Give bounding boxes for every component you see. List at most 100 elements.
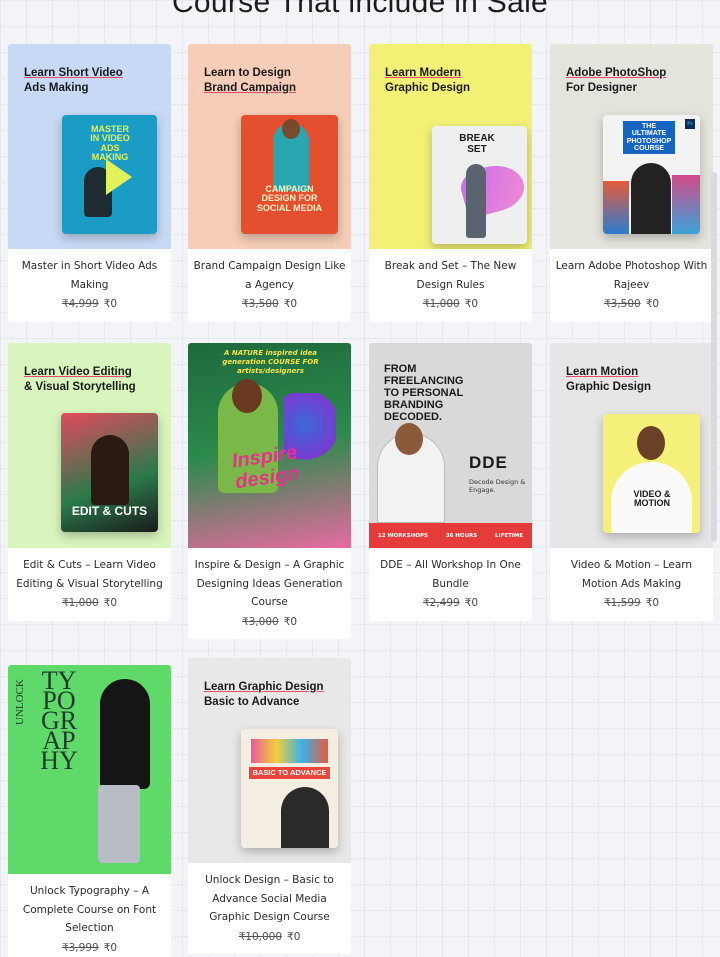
course-card-typography[interactable]: TYPOGRAPHY UNLOCK Unlock Typography – A …: [8, 665, 171, 957]
course-thumbnail[interactable]: FROM FREELANCING TO PERSONAL BRANDING DE…: [369, 343, 532, 548]
person-silhouette: [91, 435, 129, 505]
course-price: ₹1,599 ₹0: [554, 594, 709, 613]
thumb-top-text: A NATURE inspired idea generation COURSE…: [222, 349, 319, 375]
new-price: ₹0: [283, 615, 298, 628]
poster-title: VIDEO & MOTION: [633, 489, 671, 509]
course-card-unlock-design[interactable]: Learn Graphic Design Basic to Advance BAS…: [188, 658, 351, 954]
old-price: ₹1,599: [603, 597, 641, 609]
course-title[interactable]: DDE – All Workshop In One Bundle: [373, 556, 528, 593]
course-card-inspire-design[interactable]: A NATURE inspired idea generation COURSE…: [188, 343, 351, 639]
course-poster: THE ULTIMATE PHOTOSHOP COURSE Ps: [603, 115, 700, 234]
course-price: ₹3,999 ₹0: [12, 939, 167, 957]
old-price: ₹3,000: [241, 615, 279, 628]
old-price: ₹3,500: [603, 298, 641, 310]
old-price: ₹3,500: [241, 298, 279, 310]
old-price: ₹2,499: [422, 597, 460, 609]
scrollbar[interactable]: [711, 172, 717, 542]
thumb-heading-line1: Learn to Design: [204, 67, 291, 79]
person-silhouette: [100, 679, 150, 789]
thumb-heading-line2: Basic to Advance: [204, 696, 300, 708]
course-thumbnail[interactable]: A NATURE inspired idea generation COURSE…: [188, 343, 351, 548]
course-thumbnail[interactable]: Learn Short Video Ads Making MASTER IN VI…: [8, 44, 171, 249]
course-card-edit-and-cuts[interactable]: Learn Video Editing & Visual Storytelling…: [8, 343, 171, 621]
course-title[interactable]: Unlock Typography – A Complete Course on…: [12, 882, 167, 938]
thumb-heading-line2: For Designer: [566, 82, 637, 94]
thumb-heading-line2: Brand Campaign: [204, 82, 297, 94]
course-poster: EDIT & CUTS: [61, 413, 158, 532]
stat-workshops: 12 WORKSHOPS: [377, 532, 428, 539]
course-thumbnail[interactable]: Learn Video Editing & Visual Storytelling…: [8, 343, 171, 548]
face-shape: [232, 379, 262, 413]
course-title[interactable]: Video & Motion – Learn Motion Ads Making: [554, 556, 709, 593]
course-price: ₹10,000 ₹0: [192, 928, 347, 947]
poster-title: BREAK SET: [459, 133, 495, 155]
thumb-heading-line2: Graphic Design: [385, 82, 470, 94]
face-shape: [395, 423, 423, 455]
thumb-heading-line2: & Visual Storytelling: [24, 381, 136, 393]
course-card-short-video-ads[interactable]: Learn Short Video Ads Making MASTER IN VI…: [8, 44, 171, 322]
course-title[interactable]: Unlock Design – Basic to Advance Social …: [192, 871, 347, 927]
brand-tagline: Decode Design & Engage.: [469, 478, 526, 494]
course-thumbnail[interactable]: Learn Motion Graphic Design VIDEO & MOTIO…: [550, 343, 713, 548]
course-poster: VIDEO & MOTION: [603, 414, 700, 533]
course-poster: MASTER IN VIDEO ADS MAKING: [62, 115, 157, 234]
course-poster: CAMPAIGN DESIGN FOR SOCIAL MEDIA: [241, 115, 338, 234]
brand-logo: DDE: [469, 453, 508, 472]
course-card-break-and-set[interactable]: Learn Modern Graphic Design BREAK SET Bre…: [369, 44, 532, 322]
course-card-video-motion[interactable]: Learn Motion Graphic Design VIDEO & MOTIO…: [550, 343, 713, 621]
poster-title: EDIT & CUTS: [71, 504, 148, 518]
course-title[interactable]: Inspire & Design – A Graphic Designing I…: [192, 556, 347, 612]
old-price: ₹3,999: [61, 941, 99, 954]
poster-title: TYPOGRAPHY: [40, 666, 78, 775]
old-price: ₹4,999: [61, 298, 99, 310]
legs-shape: [98, 785, 140, 863]
photoshop-icon: Ps: [685, 119, 695, 129]
course-title[interactable]: Break and Set – The New Design Rules: [373, 257, 528, 294]
stats-bar: 12 WORKSHOPS 36 HOURS LIFETIME: [369, 523, 532, 548]
course-title[interactable]: Edit & Cuts – Learn Video Editing & Visu…: [12, 556, 167, 593]
collage-right: [672, 175, 700, 234]
thumb-heading-line1: Learn Motion: [566, 366, 639, 378]
course-thumbnail[interactable]: Adobe PhotoShop For Designer THE ULTIMATE…: [550, 44, 713, 249]
poster-title: CAMPAIGN DESIGN FOR SOCIAL MEDIA: [256, 184, 323, 213]
old-price: ₹1,000: [61, 597, 99, 609]
course-title[interactable]: Learn Adobe Photoshop With Rajeev: [554, 257, 709, 294]
thumb-heading-line1: Learn Video Editing: [24, 366, 132, 378]
course-price: ₹1,000 ₹0: [12, 594, 167, 613]
person-silhouette: [466, 164, 486, 238]
new-price: ₹0: [464, 597, 479, 609]
course-thumbnail[interactable]: Learn to Design Brand Campaign CAMPAIGN D…: [188, 44, 351, 249]
new-price: ₹0: [103, 298, 118, 310]
course-poster: BASIC TO ADVANCE: [241, 729, 338, 848]
course-title[interactable]: Master in Short Video Ads Making: [12, 257, 167, 294]
play-icon: [106, 159, 132, 195]
course-price: ₹4,999 ₹0: [12, 295, 167, 314]
course-thumbnail[interactable]: TYPOGRAPHY UNLOCK: [8, 665, 171, 874]
new-price: ₹0: [283, 298, 298, 310]
section-heading: Course That include in Sale: [171, 0, 549, 19]
old-price: ₹10,000: [238, 930, 283, 943]
side-text: UNLOCK: [14, 679, 26, 725]
new-price: ₹0: [287, 930, 301, 943]
course-card-photoshop[interactable]: Adobe PhotoShop For Designer THE ULTIMATE…: [550, 44, 713, 322]
course-price: ₹3,500 ₹0: [554, 295, 709, 314]
course-price: ₹1,000 ₹0: [373, 295, 528, 314]
face-shape: [282, 119, 300, 139]
new-price: ₹0: [464, 298, 479, 310]
course-card-dde-bundle[interactable]: FROM FREELANCING TO PERSONAL BRANDING DE…: [369, 343, 532, 621]
stat-access: LIFETIME: [495, 532, 524, 539]
course-price: ₹2,499 ₹0: [373, 594, 528, 613]
course-price: ₹3,000 ₹0: [192, 613, 347, 632]
course-thumbnail[interactable]: Learn Modern Graphic Design BREAK SET: [369, 44, 532, 249]
course-title[interactable]: Brand Campaign Design Like a Agency: [192, 257, 347, 294]
face-shape: [637, 426, 665, 460]
course-card-brand-campaign[interactable]: Learn to Design Brand Campaign CAMPAIGN D…: [188, 44, 351, 322]
person-silhouette: [631, 163, 671, 234]
thumb-heading-line1: Adobe PhotoShop: [566, 67, 667, 79]
thumb-headline: FROM FREELANCING TO PERSONAL BRANDING DE…: [384, 363, 464, 423]
course-thumbnail[interactable]: Learn Graphic Design Basic to Advance BAS…: [188, 658, 351, 863]
color-blocks: [251, 739, 328, 763]
thumb-heading-line2: Ads Making: [24, 82, 89, 94]
new-price: ₹0: [103, 941, 118, 954]
old-price: ₹1,000: [422, 298, 460, 310]
